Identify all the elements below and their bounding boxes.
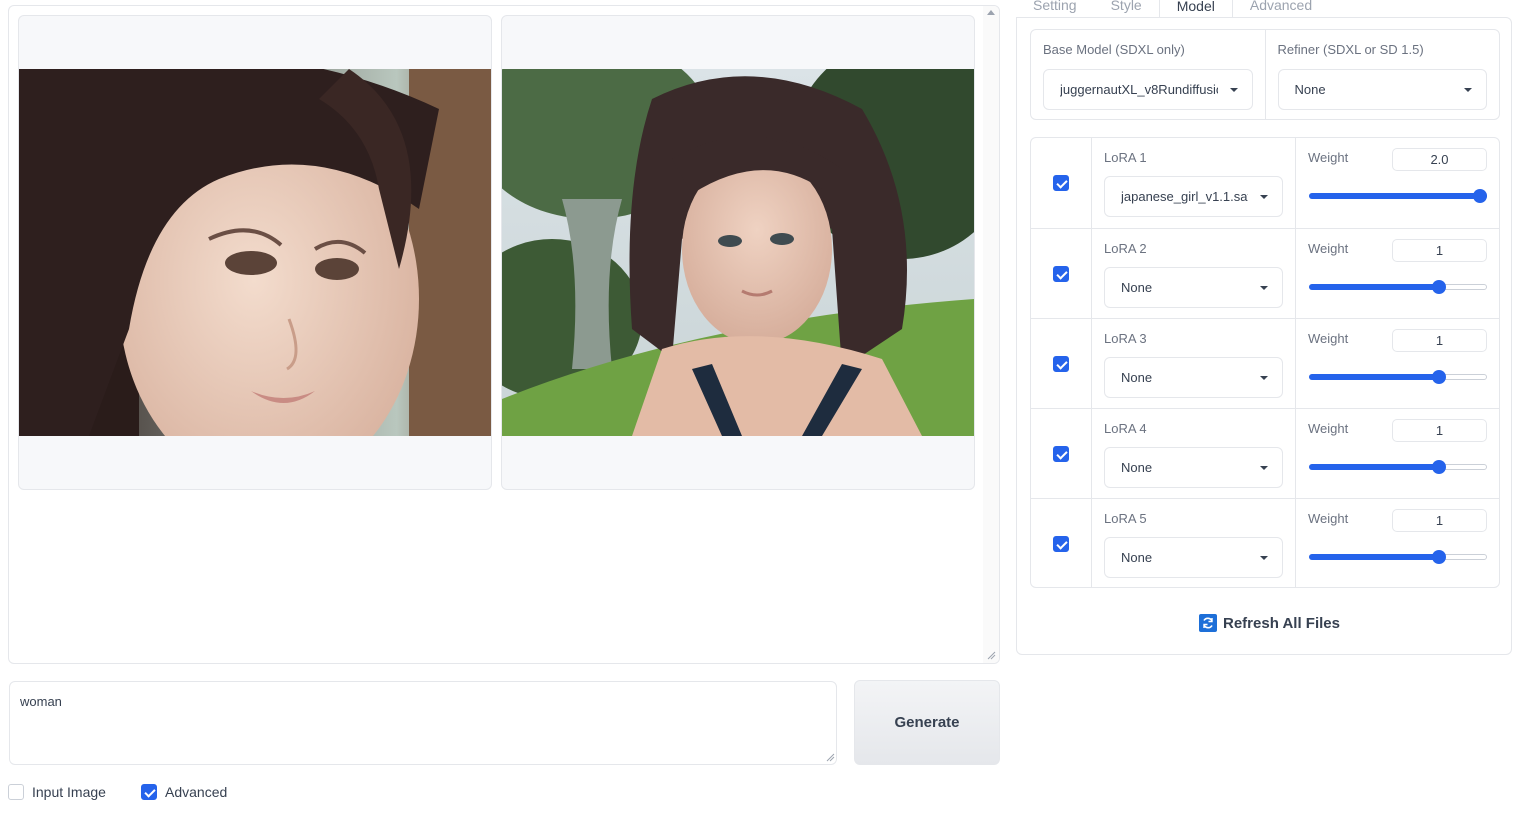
lora-1-weight-slider[interactable]: [1309, 189, 1487, 203]
gallery-thumb-1[interactable]: [18, 15, 492, 490]
refiner-dropdown[interactable]: None: [1277, 69, 1487, 110]
lora-1-weight-label: Weight: [1308, 150, 1349, 165]
slider-knob[interactable]: [1431, 280, 1446, 294]
lora-row-4: LoRA 4 None Weight 1: [1031, 408, 1499, 498]
slider-knob[interactable]: [1431, 550, 1446, 564]
lora-5-weight-input[interactable]: 1: [1392, 509, 1487, 532]
settings-tabs: Setting Style Model Advanced: [1016, 0, 1329, 18]
lora-3-label: LoRA 3: [1104, 331, 1147, 346]
lora-5-enable-checkbox[interactable]: [1053, 535, 1069, 552]
lora-4-label: LoRA 4: [1104, 421, 1147, 436]
slider-knob[interactable]: [1473, 189, 1487, 203]
chevron-down-icon: [1260, 376, 1268, 380]
lora-3-weight-input[interactable]: 1: [1392, 329, 1487, 352]
lora-5-value: None: [1121, 550, 1153, 565]
refresh-icon: [1199, 614, 1217, 632]
tab-setting[interactable]: Setting: [1016, 0, 1094, 18]
base-model-group: Base Model (SDXL only) juggernautXL_v8Ru…: [1031, 30, 1265, 119]
scroll-up-arrow-icon[interactable]: [987, 10, 995, 15]
input-image-label: Input Image: [32, 784, 106, 800]
lora-3-value: None: [1121, 370, 1153, 385]
lora-4-enable-checkbox[interactable]: [1053, 445, 1069, 462]
tab-model[interactable]: Model: [1158, 0, 1233, 18]
slider-knob[interactable]: [1431, 460, 1446, 474]
lora-2-weight-input[interactable]: 1: [1392, 239, 1487, 262]
lora-5-weight-label: Weight: [1308, 511, 1349, 526]
refresh-all-files-button[interactable]: Refresh All Files: [1199, 614, 1340, 632]
lora-2-label: LoRA 2: [1104, 241, 1147, 256]
lora-3-weight-label: Weight: [1308, 331, 1349, 346]
tab-style[interactable]: Style: [1094, 0, 1159, 18]
lora-1-weight-input[interactable]: 2.0: [1392, 148, 1487, 171]
lora-row-2: LoRA 2 None Weight 1: [1031, 228, 1499, 318]
lora-2-dropdown[interactable]: None: [1104, 267, 1283, 308]
lora-3-enable-checkbox[interactable]: [1053, 355, 1069, 372]
lora-4-weight-label: Weight: [1308, 421, 1349, 436]
lora-2-weight-label: Weight: [1308, 241, 1349, 256]
chevron-down-icon: [1260, 286, 1268, 290]
lora-2-enable-checkbox[interactable]: [1053, 265, 1069, 282]
advanced-label: Advanced: [165, 784, 228, 800]
model-selectors: Base Model (SDXL only) juggernautXL_v8Ru…: [1030, 29, 1500, 120]
lora-2-value: None: [1121, 280, 1153, 295]
advanced-checkbox[interactable]: [141, 784, 157, 800]
resize-handle-icon[interactable]: [986, 650, 996, 660]
input-image-checkbox[interactable]: [8, 784, 24, 800]
lora-row-3: LoRA 3 None Weight 1: [1031, 318, 1499, 408]
advanced-option[interactable]: Advanced: [141, 784, 227, 800]
chevron-down-icon: [1463, 88, 1472, 92]
lora-2-weight-slider[interactable]: [1309, 280, 1487, 294]
slider-knob[interactable]: [1431, 370, 1446, 384]
base-model-dropdown[interactable]: juggernautXL_v8Rundiffusion.safetensors: [1043, 69, 1253, 110]
tab-advanced[interactable]: Advanced: [1233, 0, 1329, 18]
lora-4-weight-input[interactable]: 1: [1392, 419, 1487, 442]
model-panel: Base Model (SDXL only) juggernautXL_v8Ru…: [1016, 17, 1512, 655]
base-model-label: Base Model (SDXL only): [1043, 42, 1185, 57]
lora-row-1: LoRA 1 japanese_girl_v1.1.safetensors We…: [1031, 138, 1499, 228]
lora-1-enable-checkbox[interactable]: [1053, 175, 1069, 191]
lora-5-label: LoRA 5: [1104, 511, 1147, 526]
refiner-group: Refiner (SDXL or SD 1.5) None: [1264, 30, 1500, 119]
refresh-all-files-label: Refresh All Files: [1223, 614, 1340, 632]
lora-4-value: None: [1121, 460, 1153, 475]
lora-4-dropdown[interactable]: None: [1104, 447, 1283, 488]
base-model-value: juggernautXL_v8Rundiffusion.safetensors: [1060, 82, 1218, 97]
input-image-option[interactable]: Input Image: [8, 784, 106, 800]
lora-3-dropdown[interactable]: None: [1104, 357, 1283, 398]
chevron-down-icon: [1260, 466, 1268, 470]
gallery-thumb-2[interactable]: [501, 15, 975, 490]
generated-image-2[interactable]: [502, 69, 974, 436]
image-gallery: [8, 5, 1000, 664]
lora-1-value: japanese_girl_v1.1.safetensors: [1121, 189, 1248, 204]
chevron-down-icon: [1230, 88, 1238, 92]
prompt-input[interactable]: woman: [9, 681, 837, 765]
lora-row-5: LoRA 5 None Weight 1: [1031, 498, 1499, 588]
generate-button[interactable]: Generate: [854, 680, 1000, 765]
gallery-scrollbar[interactable]: [983, 6, 999, 663]
lora-3-weight-slider[interactable]: [1309, 370, 1487, 384]
chevron-down-icon: [1260, 556, 1268, 560]
lora-1-dropdown[interactable]: japanese_girl_v1.1.safetensors: [1104, 176, 1283, 217]
lora-5-dropdown[interactable]: None: [1104, 537, 1283, 578]
lora-1-label: LoRA 1: [1104, 150, 1147, 165]
lora-5-weight-slider[interactable]: [1309, 550, 1487, 564]
refiner-label: Refiner (SDXL or SD 1.5): [1277, 42, 1424, 57]
lora-4-weight-slider[interactable]: [1309, 460, 1487, 474]
generated-image-1[interactable]: [19, 69, 491, 436]
refiner-value: None: [1294, 82, 1326, 97]
prompt-resize-handle-icon[interactable]: [825, 752, 835, 762]
lora-table: LoRA 1 japanese_girl_v1.1.safetensors We…: [1030, 137, 1500, 588]
chevron-down-icon: [1260, 195, 1268, 199]
